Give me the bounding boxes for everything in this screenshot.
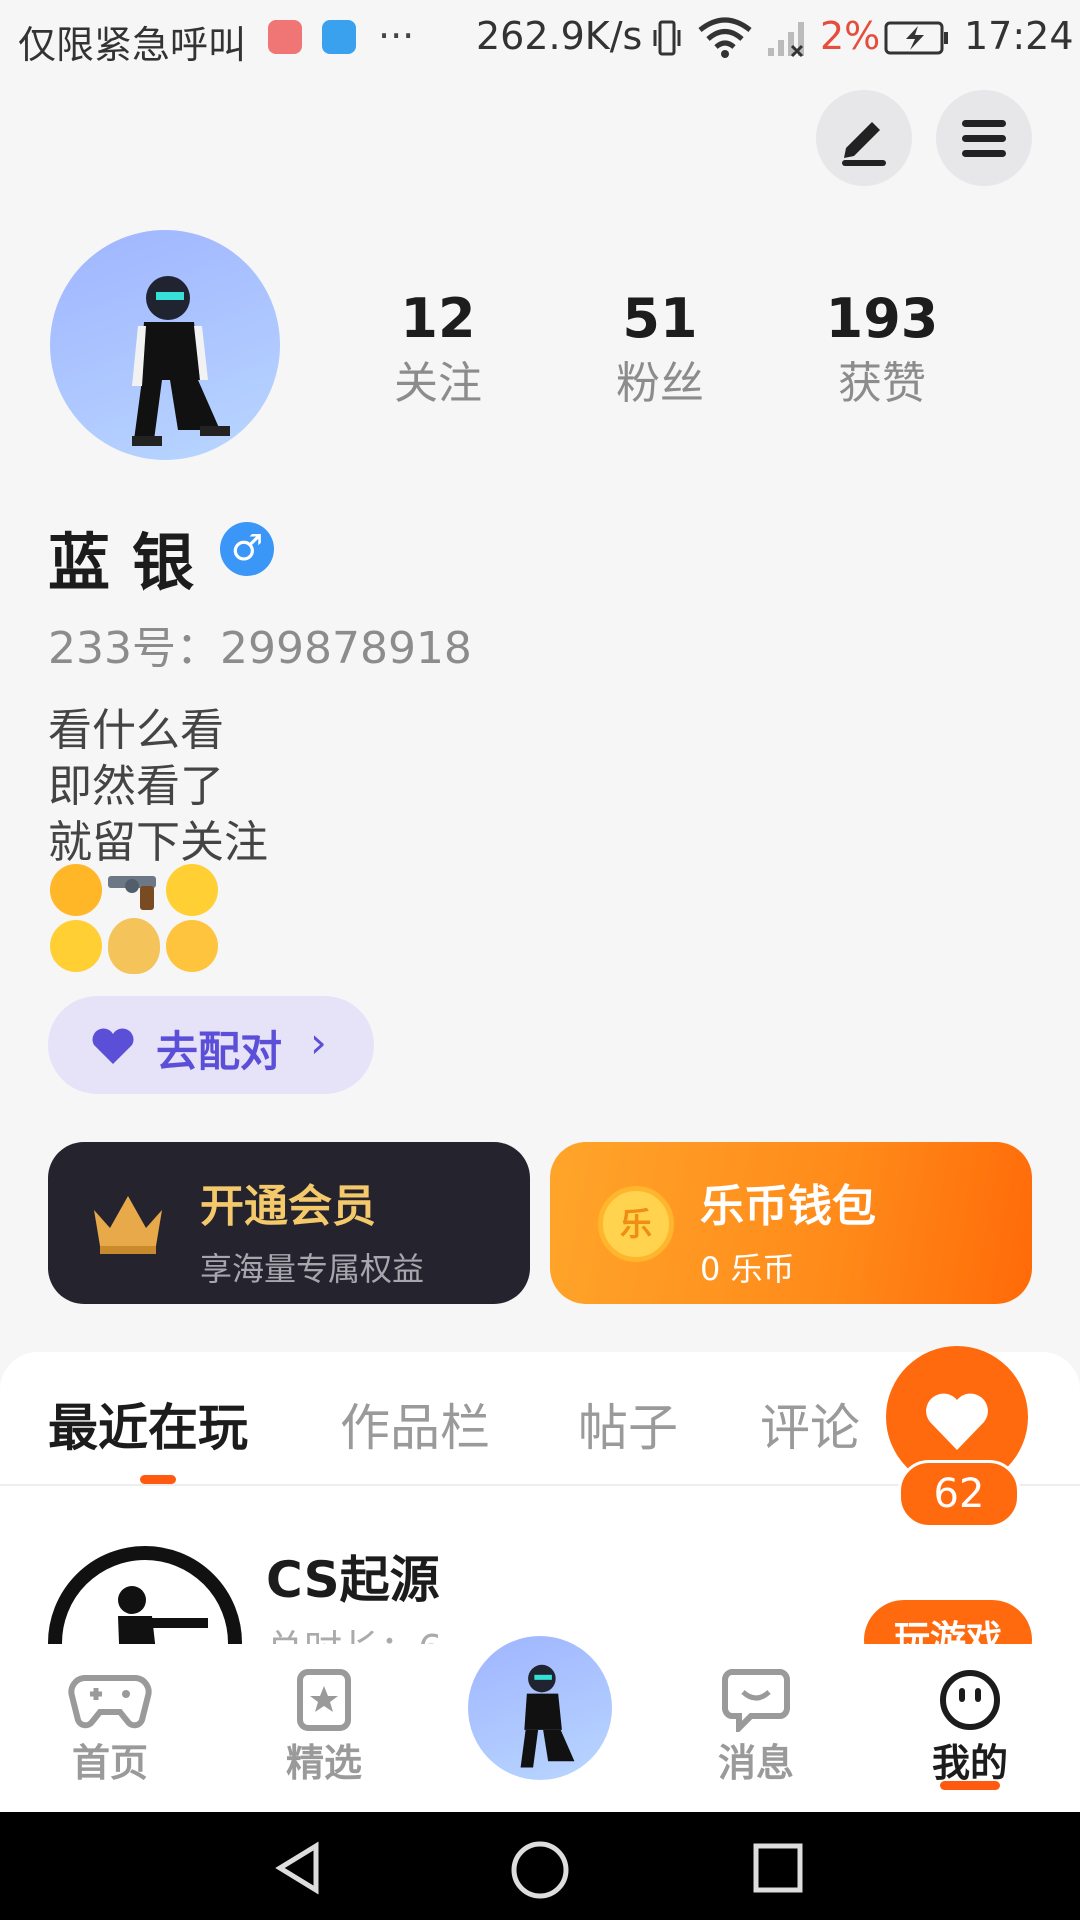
vibrate-icon	[653, 20, 681, 56]
edit-profile-button[interactable]	[816, 90, 912, 186]
recents-icon[interactable]	[752, 1842, 804, 1894]
heart-icon	[92, 1028, 134, 1064]
wifi-icon	[698, 17, 752, 58]
tab-posts[interactable]: 帖子	[578, 1388, 678, 1460]
wallet-balance: 0 乐币	[700, 1250, 795, 1288]
signal-icon	[768, 22, 804, 58]
money-bag-emoji-icon	[108, 918, 160, 974]
nav-label: 我的	[931, 1741, 1008, 1785]
stat-value: 12	[400, 287, 476, 350]
match-label: 去配对	[156, 1027, 283, 1076]
center-avatar-button[interactable]	[468, 1636, 612, 1780]
stat-label: 获赞	[838, 358, 926, 409]
vip-title: 开通会员	[200, 1181, 376, 1232]
avatar-character-image	[132, 276, 230, 446]
stat-label: 粉丝	[616, 358, 704, 409]
nav-featured[interactable]: 精选	[254, 1668, 394, 1787]
clock: 17:24	[964, 14, 1074, 58]
stat-following[interactable]: 12 关注	[348, 284, 528, 414]
pensive-emoji-icon	[50, 920, 102, 972]
nav-label: 首页	[71, 1741, 148, 1785]
star-bookmark-icon	[297, 1669, 351, 1731]
stat-value: 193	[825, 287, 939, 350]
network-speed: 262.9K/s	[476, 14, 643, 58]
male-gender-icon: ♂	[220, 522, 274, 576]
nav-label: 精选	[285, 1741, 362, 1785]
gamepad-icon	[68, 1675, 152, 1729]
crying-laughing-emoji-icon	[50, 864, 102, 916]
stat-followers[interactable]: 51 粉丝	[570, 284, 750, 414]
chevron-right-icon: ›	[310, 1018, 327, 1067]
frowning-emoji-icon	[166, 864, 218, 916]
coin-icon: 乐	[598, 1186, 674, 1262]
bio-line: 看什么看	[48, 705, 224, 756]
tab-works[interactable]: 作品栏	[340, 1388, 490, 1460]
avatar-character-image	[520, 1664, 575, 1768]
carrier-text: 仅限紧急呼叫	[18, 23, 247, 67]
nav-messages[interactable]: 消息	[686, 1668, 826, 1787]
menu-button[interactable]	[936, 90, 1032, 186]
profile-avatar[interactable]	[50, 230, 280, 460]
bio-line: 就留下关注	[48, 817, 268, 868]
stat-label: 关注	[394, 358, 482, 409]
more-notifications-icon: ···	[378, 14, 415, 58]
battery-percent: 2%	[820, 14, 881, 58]
vip-subtitle: 享海量专属权益	[200, 1250, 425, 1288]
nav-label: 消息	[717, 1741, 794, 1785]
username: 蓝银	[48, 526, 217, 599]
bio-line: 即然看了	[48, 761, 224, 812]
status-bar: 仅限紧急呼叫 ··· 262.9K/s 2% 17:24	[0, 0, 1080, 76]
wallet-title: 乐币钱包	[700, 1181, 876, 1232]
system-navigation-bar	[0, 1812, 1080, 1920]
nav-me[interactable]: 我的	[900, 1668, 1040, 1790]
active-tab-indicator	[140, 1475, 176, 1484]
back-icon[interactable]	[270, 1840, 326, 1896]
smiley-face-icon	[940, 1670, 1000, 1730]
battery-charging-icon	[884, 21, 948, 55]
tab-recently-played[interactable]: 最近在玩	[48, 1388, 248, 1460]
mail-notification-icon	[268, 20, 302, 54]
nav-home[interactable]: 首页	[40, 1668, 180, 1787]
user-id[interactable]: 233号：299878918	[48, 612, 472, 676]
stat-likes[interactable]: 193 获赞	[792, 284, 972, 414]
pistol-emoji-icon	[108, 876, 156, 910]
like-count-badge: 62	[898, 1460, 1020, 1528]
hamburger-menu-icon	[962, 120, 1006, 157]
pencil-icon	[842, 122, 886, 166]
game-name[interactable]: CS起源	[266, 1540, 440, 1612]
tab-comments[interactable]: 评论	[760, 1388, 860, 1460]
chat-bubble-icon	[722, 1669, 790, 1732]
stat-value: 51	[622, 287, 698, 350]
crown-icon	[94, 1196, 162, 1254]
smiling-emoji-icon	[166, 920, 218, 972]
gallery-notification-icon	[322, 20, 356, 54]
home-icon[interactable]	[510, 1840, 570, 1900]
